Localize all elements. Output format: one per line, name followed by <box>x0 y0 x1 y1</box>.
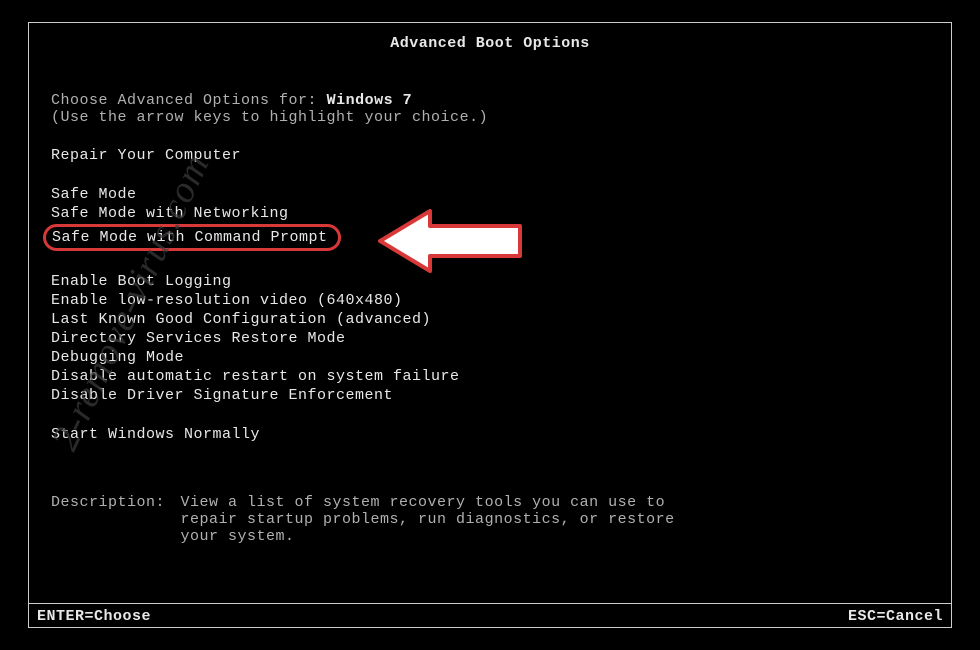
menu-safe-mode-net[interactable]: Safe Mode with Networking <box>51 204 929 223</box>
description-row: Description: View a list of system recov… <box>51 494 929 545</box>
advanced-section: Enable Boot Logging Enable low-resolutio… <box>51 272 929 405</box>
footer-bar: ENTER=Choose ESC=Cancel <box>29 603 951 627</box>
desc-text: View a list of system recovery tools you… <box>181 494 721 545</box>
os-name: Windows 7 <box>327 92 413 109</box>
choose-label: Choose Advanced Options for: <box>51 92 317 109</box>
screen-title: Advanced Boot Options <box>29 23 951 52</box>
arrow-hint: (Use the arrow keys to highlight your ch… <box>51 109 488 126</box>
footer-enter: ENTER=Choose <box>37 608 151 625</box>
safe-mode-section: Safe Mode Safe Mode with Networking Safe… <box>51 185 929 252</box>
repair-section: Repair Your Computer <box>51 146 929 165</box>
menu-no-restart[interactable]: Disable automatic restart on system fail… <box>51 367 929 386</box>
menu-dsrm[interactable]: Directory Services Restore Mode <box>51 329 929 348</box>
menu-lkgc[interactable]: Last Known Good Configuration (advanced) <box>51 310 929 329</box>
menu-repair[interactable]: Repair Your Computer <box>51 146 929 165</box>
highlighted-option: Safe Mode with Command Prompt <box>43 224 341 251</box>
content-area: Choose Advanced Options for: Windows 7 (… <box>29 52 951 555</box>
start-normal-section: Start Windows Normally <box>51 425 929 444</box>
boot-screen: Advanced Boot Options Choose Advanced Op… <box>28 22 952 628</box>
menu-boot-log[interactable]: Enable Boot Logging <box>51 272 929 291</box>
footer-esc: ESC=Cancel <box>848 608 943 625</box>
menu-low-res[interactable]: Enable low-resolution video (640x480) <box>51 291 929 310</box>
menu-safe-mode-cmd: Safe Mode with Command Prompt <box>52 229 328 246</box>
menu-safe-mode-cmd-wrap[interactable]: Safe Mode with Command Prompt <box>51 223 929 252</box>
menu-no-drv-sig[interactable]: Disable Driver Signature Enforcement <box>51 386 929 405</box>
desc-label: Description: <box>51 494 171 511</box>
menu-debug[interactable]: Debugging Mode <box>51 348 929 367</box>
header-section: Choose Advanced Options for: Windows 7 (… <box>51 92 929 126</box>
menu-start-normal[interactable]: Start Windows Normally <box>51 425 929 444</box>
menu-safe-mode[interactable]: Safe Mode <box>51 185 929 204</box>
